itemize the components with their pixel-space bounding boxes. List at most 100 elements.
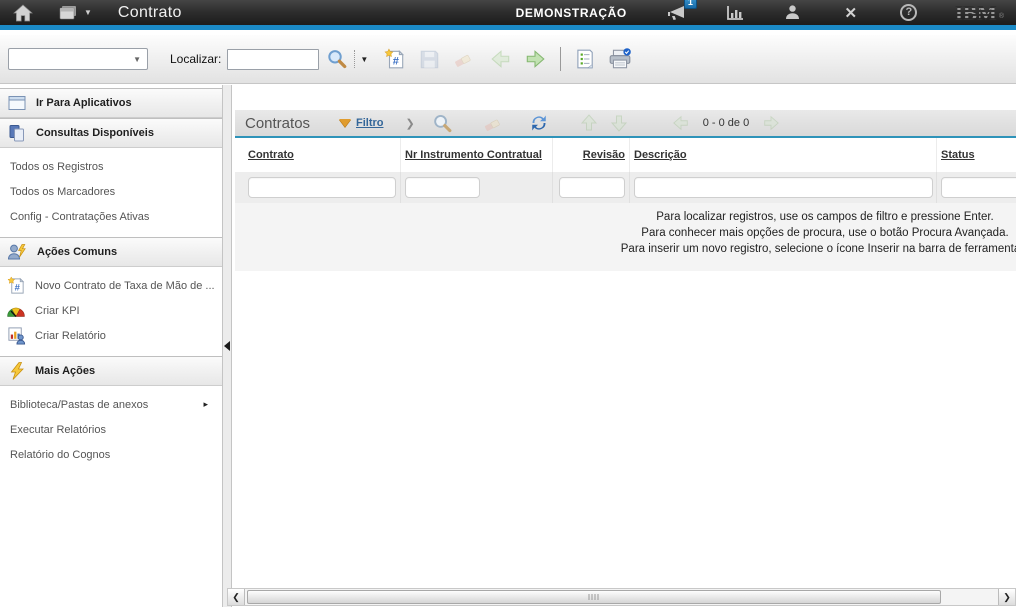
- app-title: Contrato: [118, 4, 182, 22]
- top-navbar: ▼ Contrato DEMONSTRAÇÃO 1: [0, 0, 1016, 30]
- sidebar-item-todos-os-registros[interactable]: Todos os Registros: [0, 154, 222, 179]
- collapse-sidebar-icon[interactable]: [224, 341, 230, 351]
- chevron-down-icon: ▼: [84, 8, 92, 17]
- previous-record-button[interactable]: [488, 46, 514, 72]
- clear-changes-button[interactable]: [450, 46, 476, 72]
- sidebar-item-biblioteca-pastas-anexos[interactable]: Biblioteca/Pastas de anexos ▸: [0, 392, 222, 417]
- arrow-right-icon: [762, 114, 780, 132]
- scrollbar-thumb[interactable]: [247, 590, 941, 604]
- new-record-button[interactable]: #: [382, 46, 408, 72]
- consultas-items: Todos os Registros Todos os Marcadores C…: [0, 148, 222, 237]
- next-page-button[interactable]: [759, 111, 783, 135]
- save-icon: [419, 49, 440, 70]
- horizontal-scrollbar[interactable]: ❮ ❯: [227, 588, 1016, 606]
- go-to-menu-button[interactable]: ▼: [58, 4, 92, 22]
- filter-toggle[interactable]: Filtro: [339, 117, 384, 129]
- window-icon: [7, 93, 28, 113]
- sidebar-item-criar-relatorio[interactable]: Criar Relatório: [0, 323, 222, 348]
- bar-chart-icon: [724, 3, 746, 22]
- next-row-button[interactable]: [607, 111, 631, 135]
- search-icon: [432, 113, 453, 134]
- announcements-button[interactable]: 1: [665, 2, 689, 24]
- new-record-icon: #: [384, 48, 406, 70]
- next-record-button[interactable]: [522, 46, 548, 72]
- sidebar-section-mais-acoes[interactable]: Mais Ações: [0, 356, 222, 386]
- eraser-icon: [482, 113, 503, 134]
- search-options-caret[interactable]: ▼: [354, 50, 368, 68]
- localizar-label: Localizar:: [170, 52, 221, 66]
- toolbar-separator: [560, 47, 561, 71]
- filter-input-revisao[interactable]: [559, 177, 625, 198]
- sidebar-item-todos-os-marcadores[interactable]: Todos os Marcadores: [0, 179, 222, 204]
- report-list-icon: [574, 48, 595, 70]
- common-actions-icon: [7, 242, 29, 262]
- localizar-input[interactable]: [227, 49, 319, 70]
- close-button[interactable]: ✕: [839, 2, 863, 24]
- person-icon: [783, 3, 802, 22]
- sidebar-item-executar-relatorios[interactable]: Executar Relatórios: [0, 417, 222, 442]
- notification-badge: 1: [684, 0, 697, 9]
- table-header-row: Contrato Nr Instrumento Contratual Revis…: [235, 138, 1016, 172]
- environment-label: DEMONSTRAÇÃO: [516, 6, 627, 20]
- chevron-down-icon: ▼: [360, 55, 368, 64]
- contracts-table: Contrato Nr Instrumento Contratual Revis…: [235, 138, 1016, 271]
- save-button[interactable]: [416, 46, 442, 72]
- scrollbar-grip: [589, 594, 600, 600]
- main-content: Contratos Filtro ❯: [235, 85, 1016, 607]
- arrow-down-icon: [609, 113, 629, 133]
- sidebar-item-relatorio-do-cognos[interactable]: Relatório do Cognos: [0, 442, 222, 467]
- sidebar-section-acoes-comuns[interactable]: Ações Comuns: [0, 237, 222, 267]
- search-button[interactable]: [324, 46, 350, 72]
- refresh-button[interactable]: [527, 111, 551, 135]
- acoes-comuns-items: # Novo Contrato de Taxa de Mão de ... Cr…: [0, 267, 222, 356]
- arrow-left-icon: [672, 114, 690, 132]
- mais-acoes-items: Biblioteca/Pastas de anexos ▸ Executar R…: [0, 386, 222, 475]
- table-toolbar: Contratos Filtro ❯: [235, 110, 1016, 138]
- column-header-descricao[interactable]: Descrição: [630, 138, 937, 172]
- chevron-right-icon: ❯: [406, 117, 415, 130]
- sidebar: Ir Para Aplicativos Consultas Disponívei…: [0, 85, 222, 607]
- app-switcher-combobox[interactable]: ▼: [8, 48, 148, 70]
- reports-button[interactable]: [571, 46, 597, 72]
- print-button[interactable]: [607, 46, 633, 72]
- sidebar-item-novo-contrato[interactable]: # Novo Contrato de Taxa de Mão de ...: [0, 273, 222, 298]
- sidebar-section-consultas-disponiveis[interactable]: Consultas Disponíveis: [0, 118, 222, 148]
- sidebar-item-criar-kpi[interactable]: Criar KPI: [0, 298, 222, 323]
- report-center-button[interactable]: [723, 2, 747, 24]
- table-title: Contratos: [235, 115, 339, 132]
- filter-input-nr-instrumento[interactable]: [405, 177, 480, 198]
- previous-page-button[interactable]: [669, 111, 693, 135]
- navbar-actions: DEMONSTRAÇÃO 1 ✕: [516, 2, 1004, 24]
- column-header-revisao[interactable]: Revisão: [553, 138, 630, 172]
- refresh-icon: [529, 113, 549, 133]
- empty-table-message: Para localizar registros, use os campos …: [235, 203, 1016, 271]
- filter-input-contrato[interactable]: [248, 177, 396, 198]
- clear-filter-button[interactable]: [481, 111, 505, 135]
- column-header-nr-instrumento[interactable]: Nr Instrumento Contratual: [401, 138, 553, 172]
- sidebar-section-ir-para-aplicativos[interactable]: Ir Para Aplicativos: [0, 88, 222, 118]
- create-report-icon: [7, 326, 26, 345]
- svg-text:#: #: [393, 56, 399, 68]
- scrollbar-track[interactable]: [245, 589, 998, 605]
- filter-input-status[interactable]: [941, 177, 1016, 198]
- help-button[interactable]: ?: [897, 2, 921, 24]
- sidebar-splitter[interactable]: [222, 85, 232, 607]
- close-icon: ✕: [845, 4, 858, 22]
- scroll-left-icon: ❮: [232, 592, 240, 603]
- new-record-icon: #: [7, 276, 26, 295]
- column-header-status[interactable]: Status: [937, 138, 1016, 172]
- sidebar-item-config-contratacoes-ativas[interactable]: Config - Contratações Ativas: [0, 204, 222, 229]
- profile-button[interactable]: [781, 2, 805, 24]
- filter-input-descricao[interactable]: [634, 177, 933, 198]
- queries-icon: [7, 123, 28, 143]
- home-icon[interactable]: [12, 3, 34, 23]
- previous-row-button[interactable]: [577, 111, 601, 135]
- column-header-contrato[interactable]: Contrato: [235, 138, 401, 172]
- eraser-icon: [452, 48, 474, 70]
- record-range: 0 - 0 de 0: [703, 117, 749, 129]
- chevron-down-icon: ▼: [127, 55, 147, 64]
- scroll-left-button[interactable]: ❮: [228, 589, 245, 605]
- scroll-right-button[interactable]: ❯: [998, 589, 1015, 605]
- scroll-right-icon: ❯: [1003, 592, 1011, 603]
- advanced-search-button[interactable]: [431, 111, 455, 135]
